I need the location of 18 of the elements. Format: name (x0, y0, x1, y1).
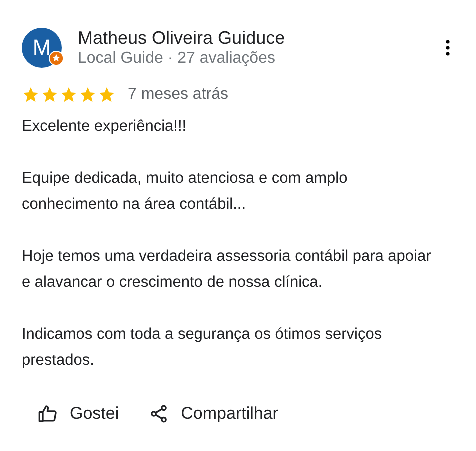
review-paragraph: Hoje temos uma verdadeira assessoria contábil para apoiar e alavancar o crescimento de nossa clínica. (22, 247, 432, 293)
like-button[interactable]: Gostei (38, 404, 120, 424)
author-name[interactable]: Matheus Oliveira Guiduce (78, 27, 438, 49)
share-icon (149, 404, 170, 424)
review-paragraph: Excelente experiência!!! (22, 117, 188, 137)
more-options-icon[interactable] (446, 40, 450, 56)
review-paragraph: Equipe dedicada, muito atenciosa e com amplo conhecimento na área contábil... (22, 169, 349, 215)
star-icon (98, 86, 116, 104)
author-subtitle: Local Guide · 27 avaliações (78, 49, 276, 69)
star-icon (22, 86, 40, 104)
avatar[interactable]: M (22, 28, 62, 68)
review-paragraph: Indicamos com toda a segurança os ótimos serviços prestados. (22, 325, 384, 371)
thumbs-up-icon (38, 404, 58, 424)
share-button[interactable]: Compartilhar (149, 404, 278, 424)
review-time: 7 meses atrás (128, 86, 228, 104)
star-icon (60, 86, 78, 104)
star-icon (41, 86, 59, 104)
star-icon (79, 86, 97, 104)
